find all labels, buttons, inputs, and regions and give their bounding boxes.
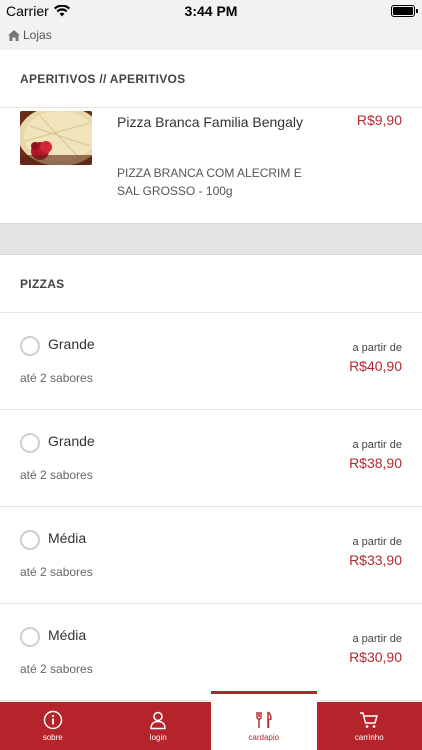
size-price: R$38,90 — [349, 455, 402, 471]
radio-button[interactable] — [20, 627, 40, 647]
pizza-size-option[interactable]: Grande até 2 sabores a partir de R$38,90 — [0, 410, 422, 507]
price-from-label: a partir de — [352, 439, 402, 451]
user-icon — [148, 710, 168, 730]
tab-label: cardapio — [248, 733, 280, 742]
status-bar: Carrier 3:44 PM — [0, 0, 422, 22]
size-name: Média — [48, 627, 87, 643]
size-price: R$40,90 — [349, 358, 402, 374]
section-divider — [0, 224, 422, 255]
price-from-label: a partir de — [352, 342, 402, 354]
menu-content[interactable]: APERITIVOS // APERITIVOS Pizza Branca Fa… — [0, 50, 422, 702]
info-icon — [43, 710, 63, 730]
section-title-pizzas: PIZZAS — [0, 255, 422, 313]
flavors-limit: até 2 sabores — [20, 565, 93, 579]
flavors-limit: até 2 sabores — [20, 371, 93, 385]
clock: 3:44 PM — [184, 3, 238, 19]
product-description: PIZZA BRANCA COM ALECRIM E SAL GROSSO - … — [117, 166, 302, 198]
tab-bar: sobre login cardapio carrinho — [0, 691, 422, 750]
tab-login[interactable]: login — [106, 702, 212, 750]
tab-cardapio[interactable]: cardapio — [211, 691, 317, 750]
tab-carrinho[interactable]: carrinho — [317, 702, 422, 750]
section-title-aperitivos: APERITIVOS // APERITIVOS — [0, 50, 422, 108]
back-to-stores-button[interactable]: Lojas — [8, 28, 52, 42]
size-price: R$33,90 — [349, 552, 402, 568]
tab-sobre[interactable]: sobre — [0, 702, 106, 750]
price-from-label: a partir de — [352, 633, 402, 645]
flavors-limit: até 2 sabores — [20, 468, 93, 482]
tab-label: login — [149, 733, 167, 742]
tab-label: carrinho — [354, 733, 384, 742]
pizza-size-option[interactable]: Média até 2 sabores a partir de R$30,90 — [0, 604, 422, 701]
pizza-size-option[interactable]: Média até 2 sabores a partir de R$33,90 — [0, 507, 422, 604]
product-price: R$9,90 — [356, 112, 402, 128]
radio-button[interactable] — [20, 336, 40, 356]
product-name: Pizza Branca Familia Bengaly — [117, 114, 303, 130]
cart-icon — [359, 710, 379, 730]
nav-bar: Lojas — [0, 22, 422, 50]
battery-icon — [391, 5, 418, 17]
price-from-label: a partir de — [352, 536, 402, 548]
size-name: Grande — [48, 433, 95, 449]
tab-label: sobre — [42, 733, 63, 742]
radio-button[interactable] — [20, 433, 40, 453]
size-price: R$30,90 — [349, 649, 402, 665]
flavors-limit: até 2 sabores — [20, 662, 93, 676]
size-name: Média — [48, 530, 87, 546]
home-icon — [8, 29, 20, 41]
pizza-size-option[interactable]: Grande até 2 sabores a partir de R$40,90 — [0, 313, 422, 410]
radio-button[interactable] — [20, 530, 40, 550]
back-label: Lojas — [23, 28, 52, 42]
product-image — [20, 111, 92, 165]
size-name: Grande — [48, 336, 95, 352]
cutlery-icon — [254, 710, 274, 730]
product-item[interactable]: Pizza Branca Familia Bengaly PIZZA BRANC… — [0, 108, 422, 224]
